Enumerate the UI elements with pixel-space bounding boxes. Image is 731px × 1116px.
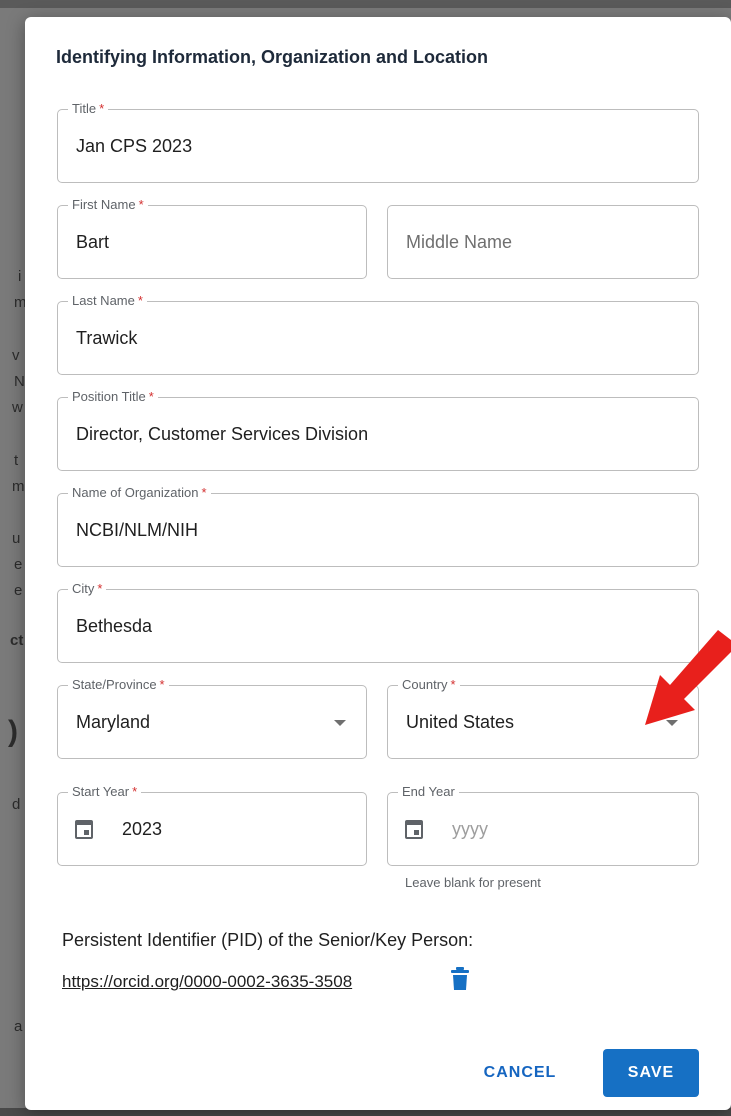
title-field-label: Title * bbox=[68, 101, 109, 117]
calendar-icon[interactable] bbox=[405, 820, 423, 839]
country-label: Country * bbox=[398, 677, 460, 693]
city-value: Bethesda bbox=[76, 616, 153, 636]
background-top-bar bbox=[0, 0, 731, 8]
start-year-field[interactable]: Start Year * 2023 bbox=[57, 784, 367, 866]
organization-value: NCBI/NLM/NIH bbox=[76, 520, 199, 540]
first-name-field[interactable]: First Name * Bart bbox=[57, 197, 367, 279]
red-arrow-icon bbox=[645, 630, 731, 725]
end-year-field[interactable]: End Year yyyy bbox=[387, 784, 699, 866]
end-year-placeholder: yyyy bbox=[452, 819, 488, 839]
city-field[interactable]: City * Bethesda bbox=[57, 581, 699, 663]
position-title-label: Position Title * bbox=[68, 389, 158, 405]
middle-name-field[interactable]: Middle Name bbox=[387, 205, 699, 279]
middle-name-placeholder: Middle Name bbox=[406, 232, 513, 252]
state-value: Maryland bbox=[76, 712, 151, 732]
end-year-helper-text: Leave blank for present bbox=[405, 875, 541, 890]
last-name-value: Trawick bbox=[76, 328, 138, 348]
chevron-down-icon[interactable] bbox=[334, 720, 346, 726]
start-year-label: Start Year * bbox=[68, 784, 142, 800]
cancel-button[interactable]: CANCEL bbox=[470, 1050, 570, 1096]
last-name-field[interactable]: Last Name * Trawick bbox=[57, 293, 699, 375]
first-name-value: Bart bbox=[76, 232, 110, 252]
first-name-label: First Name * bbox=[68, 197, 148, 213]
start-year-value: 2023 bbox=[122, 819, 163, 839]
city-label: City * bbox=[68, 581, 107, 597]
organization-field[interactable]: Name of Organization * NCBI/NLM/NIH bbox=[57, 485, 699, 567]
state-label: State/Province * bbox=[68, 677, 169, 693]
position-title-field[interactable]: Position Title * Director, Customer Servi… bbox=[57, 389, 699, 471]
organization-label: Name of Organization * bbox=[68, 485, 211, 501]
calendar-icon[interactable] bbox=[75, 820, 93, 839]
save-button[interactable]: SAVE bbox=[603, 1049, 699, 1097]
state-select[interactable]: State/Province * Maryland bbox=[57, 677, 367, 759]
trash-icon[interactable] bbox=[451, 967, 469, 991]
last-name-label: Last Name * bbox=[68, 293, 147, 309]
end-year-label: End Year bbox=[398, 784, 459, 800]
orcid-link[interactable]: https://orcid.org/0000-0002-3635-3508 bbox=[62, 972, 352, 992]
title-field[interactable]: Title * Jan CPS 2023 bbox=[57, 101, 699, 183]
title-field-value: Jan CPS 2023 bbox=[76, 136, 193, 156]
identifying-info-dialog: Identifying Information, Organization an… bbox=[25, 17, 731, 1110]
country-value: United States bbox=[406, 712, 515, 732]
position-title-value: Director, Customer Services Division bbox=[76, 424, 369, 444]
pid-label: Persistent Identifier (PID) of the Senio… bbox=[62, 930, 474, 950]
dialog-title: Identifying Information, Organization an… bbox=[56, 47, 488, 67]
